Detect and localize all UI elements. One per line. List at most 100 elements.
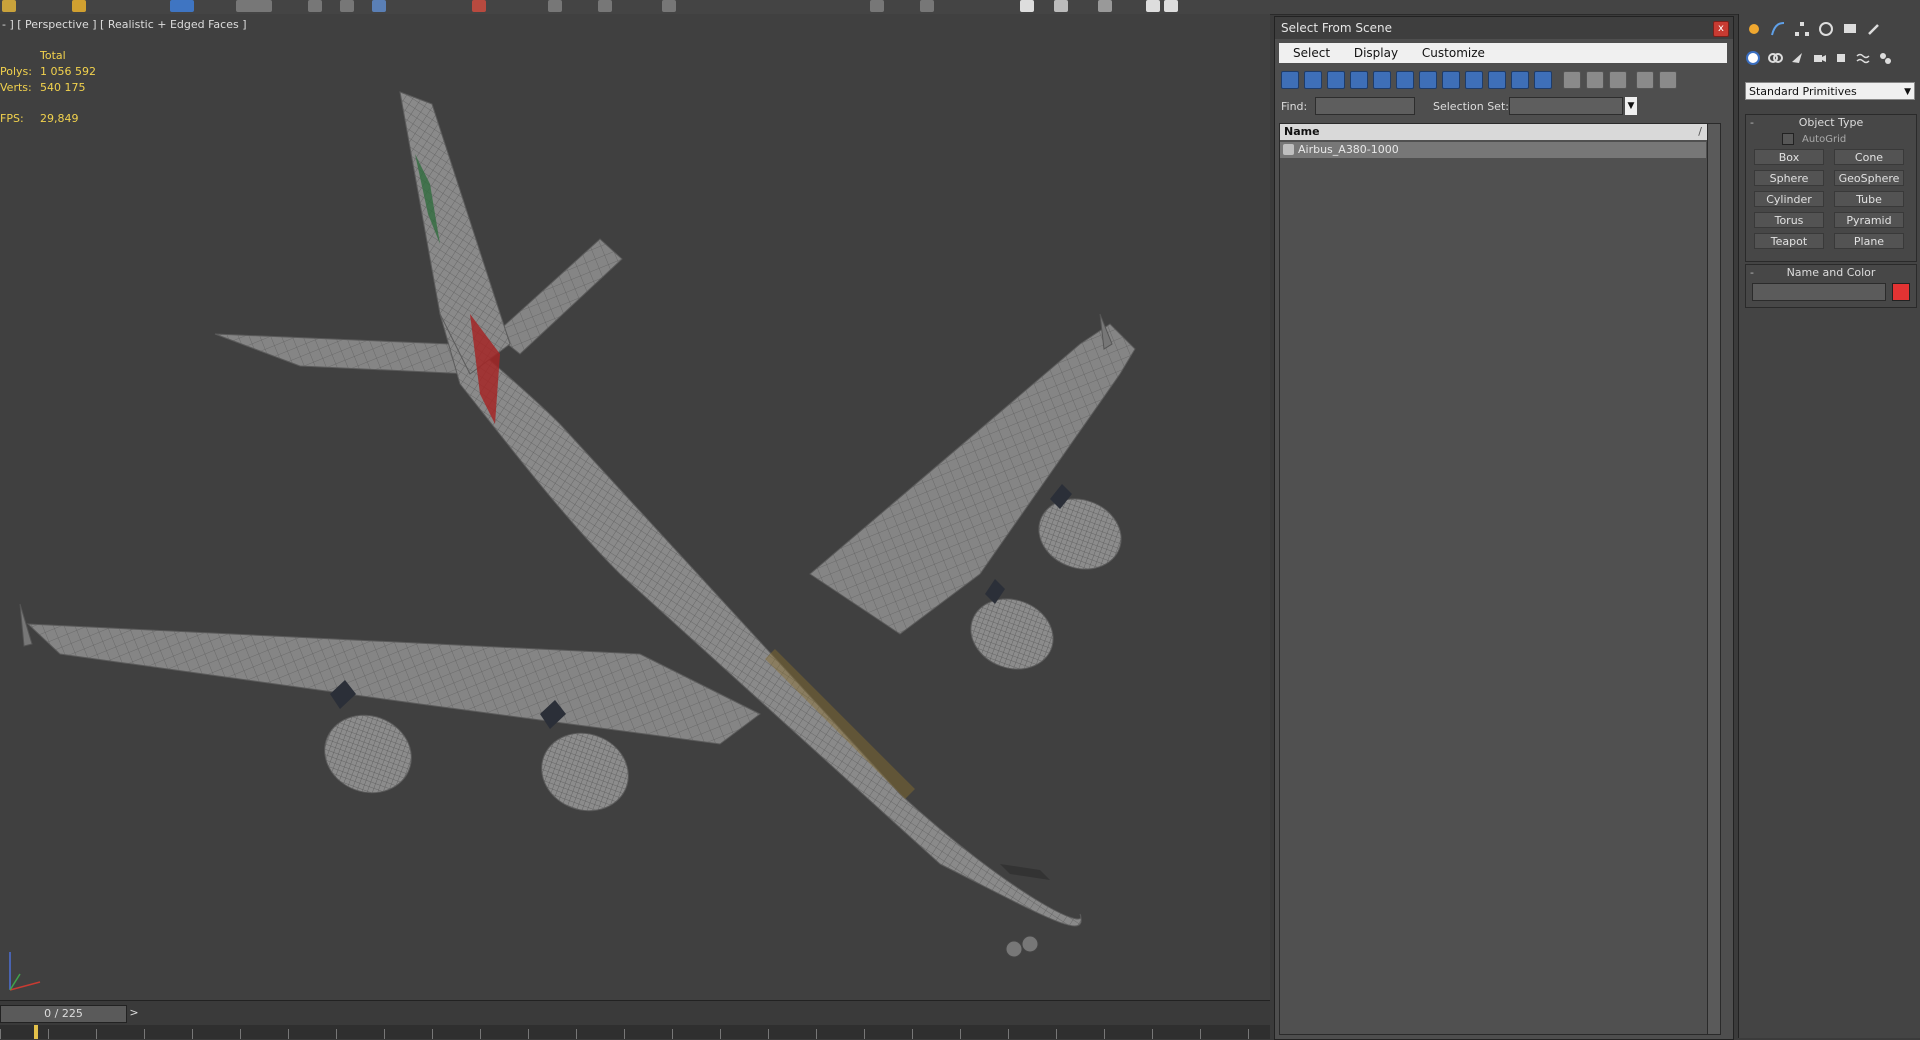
- geosphere-button[interactable]: GeoSphere: [1834, 170, 1904, 186]
- curve-editor-icon[interactable]: [870, 0, 884, 12]
- dialog-title-bar[interactable]: Select From Scene x: [1275, 17, 1733, 39]
- utilities-tab-icon[interactable]: [1865, 20, 1883, 38]
- dialog-title: Select From Scene: [1281, 21, 1392, 35]
- time-slider[interactable]: 0 / 225: [0, 1005, 127, 1023]
- checkbox-icon: [1782, 133, 1794, 145]
- rollout-header[interactable]: - Object Type: [1746, 115, 1916, 131]
- render-icon[interactable]: [1164, 0, 1178, 12]
- rollout-header[interactable]: - Name and Color: [1746, 265, 1916, 281]
- render-setup-icon[interactable]: [1054, 0, 1068, 12]
- snap-icon[interactable]: [472, 0, 486, 12]
- geometry-icon[interactable]: [1745, 50, 1761, 66]
- rollout-title: Name and Color: [1786, 266, 1876, 279]
- cone-button[interactable]: Cone: [1834, 149, 1904, 165]
- display-xrefs-icon[interactable]: [1442, 71, 1460, 89]
- select-object-icon[interactable]: [170, 0, 194, 12]
- display-tab-icon[interactable]: [1841, 20, 1859, 38]
- object-color-swatch[interactable]: [1892, 283, 1910, 301]
- display-containers-icon[interactable]: [1488, 71, 1506, 89]
- align-icon[interactable]: [598, 0, 612, 12]
- pyramid-button[interactable]: Pyramid: [1834, 212, 1904, 228]
- rect-selection-icon[interactable]: [236, 0, 272, 12]
- torus-button[interactable]: Torus: [1754, 212, 1824, 228]
- display-bones-icon[interactable]: [1465, 71, 1483, 89]
- systems-icon[interactable]: [1877, 50, 1893, 66]
- dialog-menu-bar: Select Display Customize: [1279, 43, 1727, 63]
- lights-icon[interactable]: [1789, 50, 1805, 66]
- schematic-icon[interactable]: [920, 0, 934, 12]
- command-panel: Standard Primitives ▼ - Object Type Auto…: [1738, 14, 1920, 1038]
- display-groups-icon[interactable]: [1419, 71, 1437, 89]
- chevron-down-icon[interactable]: ▼: [1625, 97, 1637, 115]
- find-input[interactable]: [1315, 97, 1415, 115]
- main-toolbar: [0, 0, 1920, 15]
- find-label: Find:: [1281, 100, 1308, 113]
- display-shapes-icon[interactable]: [1304, 71, 1322, 89]
- create-tab-icon[interactable]: [1745, 20, 1763, 38]
- menu-customize[interactable]: Customize: [1422, 46, 1485, 60]
- plane-button[interactable]: Plane: [1834, 233, 1904, 249]
- hierarchy-tab-icon[interactable]: [1793, 20, 1811, 38]
- toolbar-icon[interactable]: [72, 0, 86, 12]
- display-cameras-icon[interactable]: [1350, 71, 1368, 89]
- material-editor-icon[interactable]: [1020, 0, 1034, 12]
- tube-button[interactable]: Tube: [1834, 191, 1904, 207]
- render-frame-icon[interactable]: [1098, 0, 1112, 12]
- list-scrollbar[interactable]: [1707, 124, 1720, 1034]
- rollout-title: Object Type: [1798, 116, 1864, 129]
- toolbar-icon[interactable]: [2, 0, 16, 12]
- category-value: Standard Primitives: [1749, 85, 1857, 98]
- teapot-button[interactable]: Teapot: [1754, 233, 1824, 249]
- cameras-icon[interactable]: [1811, 50, 1827, 66]
- scale-icon[interactable]: [372, 0, 386, 12]
- list-item[interactable]: Airbus_A380-1000: [1280, 142, 1706, 158]
- select-none-icon[interactable]: [1586, 71, 1604, 89]
- modify-tab-icon[interactable]: [1769, 20, 1787, 38]
- display-geometry-icon[interactable]: [1281, 71, 1299, 89]
- chevron-down-icon: ▼: [1904, 87, 1911, 97]
- rotate-icon[interactable]: [340, 0, 354, 12]
- mirror-icon[interactable]: [548, 0, 562, 12]
- invert-selection-icon[interactable]: [1609, 71, 1627, 89]
- filter-icon[interactable]: [1636, 71, 1654, 89]
- selection-set-dropdown[interactable]: [1509, 97, 1623, 115]
- filter-options-icon[interactable]: [1659, 71, 1677, 89]
- filter-toolbar: [1279, 69, 1727, 91]
- motion-tab-icon[interactable]: [1817, 20, 1835, 38]
- scene-object-list[interactable]: Name / Airbus_A380-1000: [1279, 123, 1721, 1035]
- perspective-viewport[interactable]: - ] [ Perspective ] [ Realistic + Edged …: [0, 14, 1270, 1000]
- selection-set-label: Selection Set:: [1433, 100, 1509, 113]
- layer-icon[interactable]: [662, 0, 676, 12]
- menu-select[interactable]: Select: [1293, 46, 1330, 60]
- menu-display[interactable]: Display: [1354, 46, 1398, 60]
- box-button[interactable]: Box: [1754, 149, 1824, 165]
- category-dropdown[interactable]: Standard Primitives ▼: [1745, 82, 1915, 100]
- create-category-tabs: [1743, 48, 1919, 68]
- time-slider-area: 0 / 225 >: [0, 1000, 1270, 1039]
- find-row: Find: Selection Set: ▼: [1279, 97, 1727, 117]
- display-hidden-icon[interactable]: [1534, 71, 1552, 89]
- display-spacewarps-icon[interactable]: [1396, 71, 1414, 89]
- object-icon: [1283, 144, 1294, 155]
- move-icon[interactable]: [308, 0, 322, 12]
- autogrid-label: AutoGrid: [1802, 134, 1847, 145]
- helpers-icon[interactable]: [1833, 50, 1849, 66]
- shapes-icon[interactable]: [1767, 50, 1783, 66]
- display-frozen-icon[interactable]: [1511, 71, 1529, 89]
- cylinder-button[interactable]: Cylinder: [1754, 191, 1824, 207]
- spacewarps-icon[interactable]: [1855, 50, 1871, 66]
- column-header-name[interactable]: Name /: [1280, 124, 1720, 140]
- name-and-color-rollout: - Name and Color: [1745, 264, 1917, 308]
- display-lights-icon[interactable]: [1327, 71, 1345, 89]
- render-icon[interactable]: [1146, 0, 1160, 12]
- sphere-button[interactable]: Sphere: [1754, 170, 1824, 186]
- next-frame-button[interactable]: >: [127, 1005, 141, 1021]
- display-helpers-icon[interactable]: [1373, 71, 1391, 89]
- object-name-input[interactable]: [1752, 283, 1886, 301]
- track-bar[interactable]: [0, 1025, 1270, 1039]
- close-button[interactable]: x: [1713, 21, 1729, 37]
- select-all-icon[interactable]: [1563, 71, 1581, 89]
- autogrid-checkbox[interactable]: AutoGrid: [1782, 133, 1846, 145]
- airplane-model[interactable]: [0, 14, 1270, 1000]
- time-cursor[interactable]: [34, 1025, 38, 1039]
